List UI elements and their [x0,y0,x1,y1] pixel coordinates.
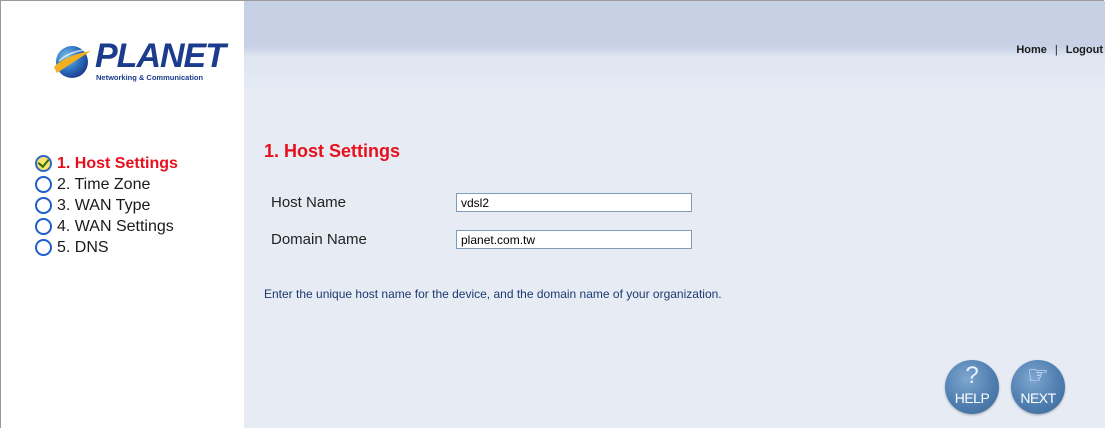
domain-name-row: Domain Name [271,230,692,249]
sidebar: PLANET Networking & Communication 1. Hos… [1,1,244,428]
pointing-hand-icon: ☞ [1027,362,1049,389]
help-button-label: HELP [954,390,990,406]
step-circle-icon [35,239,52,256]
help-text: Enter the unique host name for the devic… [264,287,722,301]
step-circle-icon [35,218,52,235]
host-name-row: Host Name [271,193,692,212]
top-nav: Home | Logout [1016,44,1103,56]
step-label: 4. WAN Settings [57,217,174,235]
step-dns[interactable]: 5. DNS [35,237,178,258]
logout-link[interactable]: Logout [1066,44,1103,56]
nav-separator: | [1054,44,1058,56]
step-wan-type[interactable]: 3. WAN Type [35,195,178,216]
help-button[interactable]: ? HELP [945,360,999,414]
host-name-label: Host Name [271,194,347,211]
home-link[interactable]: Home [1016,44,1047,56]
step-circle-icon [35,197,52,214]
page-title: 1. Host Settings [264,141,401,161]
step-checked-icon [35,155,52,172]
domain-name-input[interactable] [456,230,692,249]
step-label: 3. WAN Type [57,196,151,214]
step-wan-settings[interactable]: 4. WAN Settings [35,216,178,237]
step-host-settings[interactable]: 1. Host Settings [35,153,178,174]
logo-wordmark: PLANET [95,37,226,75]
step-label: 1. Host Settings [57,154,178,172]
logo-tagline: Networking & Communication [96,73,204,82]
globe-logo-icon [54,46,91,78]
planet-logo: PLANET Networking & Communication [51,37,226,89]
next-button[interactable]: ☞ NEXT [1011,360,1065,414]
main-content: Home | Logout 1. Host Settings Host Name D… [244,1,1105,428]
step-label: 2. Time Zone [57,175,151,193]
host-name-input[interactable] [456,193,692,212]
step-label: 5. DNS [57,238,109,256]
step-time-zone[interactable]: 2. Time Zone [35,174,178,195]
question-mark-icon: ? [965,362,979,389]
next-button-label: NEXT [1020,390,1056,406]
wizard-steps: 1. Host Settings 2. Time Zone 3. WAN Typ… [35,153,178,258]
step-circle-icon [35,176,52,193]
domain-name-label: Domain Name [271,231,367,248]
